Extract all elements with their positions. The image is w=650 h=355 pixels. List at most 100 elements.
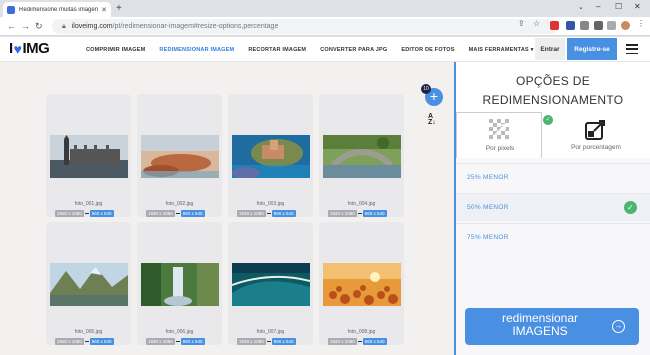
extension-icon[interactable] bbox=[566, 21, 575, 30]
pixels-icon bbox=[489, 119, 509, 139]
file-name: foto_005.jpg bbox=[74, 329, 103, 335]
dimension-change: 1920 x 1080 960 x 540 bbox=[55, 210, 114, 217]
selected-check-icon: ✓ bbox=[624, 201, 637, 214]
new-dimensions: 960 x 540 bbox=[271, 210, 296, 217]
mode-by-pixels[interactable]: Por pixels bbox=[456, 112, 542, 158]
file-card[interactable]: foto_006.jpg 1920 x 1080 960 x 540 bbox=[137, 222, 222, 345]
forward-icon[interactable]: → bbox=[21, 21, 30, 31]
minimize-icon[interactable]: – bbox=[596, 2, 600, 11]
new-dimensions: 960 x 540 bbox=[180, 338, 205, 345]
nav-item[interactable]: REDIMENSIONAR IMAGEM bbox=[159, 47, 234, 53]
login-button[interactable]: Entrar bbox=[535, 38, 565, 60]
original-dimensions: 1920 x 1080 bbox=[237, 210, 266, 217]
nav-item[interactable]: RECORTAR IMAGEM bbox=[248, 47, 306, 53]
site-header: I ♥ IMG COMPRIMIR IMAGEM REDIMENSIONAR IMAG… bbox=[0, 37, 650, 62]
image-thumbnail bbox=[141, 263, 219, 306]
dimension-change: 1920 x 1080 960 x 540 bbox=[328, 338, 387, 345]
address-bar[interactable]: 🔒︎ iloveimg.com/pt/redimensionar-imagem#… bbox=[52, 19, 559, 34]
arrow-icon bbox=[266, 213, 271, 214]
resize-option-label: 75% MENOR bbox=[467, 234, 509, 241]
nav-item[interactable]: COMPRIMIR IMAGEM bbox=[86, 47, 145, 53]
file-count-badge: 10 bbox=[421, 84, 431, 94]
arrow-icon bbox=[175, 341, 180, 342]
image-thumbnail bbox=[141, 135, 219, 178]
original-dimensions: 1920 x 1080 bbox=[328, 338, 357, 345]
file-name: foto_001.jpg bbox=[74, 201, 103, 207]
reading-list-icon[interactable] bbox=[607, 21, 616, 30]
mode-by-percentage[interactable]: Por porcentagem bbox=[553, 112, 639, 158]
resize-option-label: 25% MENOR bbox=[467, 174, 509, 181]
resize-option[interactable]: 75% MENOR bbox=[456, 223, 650, 251]
file-card[interactable]: foto_001.jpg 1920 x 1080 960 x 540 bbox=[46, 94, 131, 217]
original-dimensions: 1920 x 1080 bbox=[55, 338, 84, 345]
site-logo[interactable]: I ♥ IMG bbox=[9, 40, 50, 57]
profile-avatar[interactable] bbox=[621, 21, 630, 30]
file-name: foto_004.jpg bbox=[347, 201, 376, 207]
share-icon[interactable]: ⇪ bbox=[518, 19, 525, 28]
resize-option[interactable]: 50% MENOR ✓ bbox=[456, 193, 650, 221]
url-text: iloveimg.com/pt/redimensionar-imagem#res… bbox=[71, 23, 279, 30]
resize-button-label: redimensionar IMAGENS bbox=[501, 311, 579, 338]
file-name: foto_003.jpg bbox=[256, 201, 285, 207]
dimension-change: 1920 x 1080 960 x 540 bbox=[55, 338, 114, 345]
register-button[interactable]: Registre-se bbox=[567, 38, 617, 60]
nav-item[interactable]: EDITOR DE FOTOS bbox=[401, 47, 454, 53]
file-card[interactable]: foto_008.jpg 1920 x 1080 960 x 540 bbox=[319, 222, 404, 345]
resize-option-label: 50% MENOR bbox=[467, 204, 509, 211]
dimension-change: 1920 x 1080 960 x 540 bbox=[146, 210, 205, 217]
panel-title: OPÇÕES DE REDIMENSIONAMENTO bbox=[482, 74, 624, 107]
file-card[interactable]: foto_003.jpg 1920 x 1080 960 x 540 bbox=[228, 94, 313, 217]
percentage-icon bbox=[585, 120, 605, 140]
sort-az-icon[interactable]: A Z↓ bbox=[428, 113, 436, 126]
new-dimensions: 960 x 540 bbox=[89, 338, 114, 345]
extensions-puzzle-icon[interactable] bbox=[594, 21, 603, 30]
extension-icon[interactable] bbox=[580, 21, 589, 30]
tab-search-icon[interactable]: ⌄ bbox=[578, 3, 584, 11]
file-card[interactable]: foto_002.jpg 1920 x 1080 960 x 540 bbox=[137, 94, 222, 217]
arrow-icon bbox=[84, 213, 89, 214]
original-dimensions: 1920 x 1080 bbox=[146, 338, 175, 345]
file-name: foto_006.jpg bbox=[165, 329, 194, 335]
file-card[interactable]: foto_005.jpg 1920 x 1080 960 x 540 bbox=[46, 222, 131, 345]
back-icon[interactable]: ← bbox=[7, 21, 16, 31]
new-dimensions: 960 x 540 bbox=[271, 338, 296, 345]
nav-item[interactable]: MAIS FERRAMENTAS ▾ bbox=[469, 47, 534, 53]
browser-menu-icon[interactable]: ⋮ bbox=[637, 19, 646, 28]
close-window-icon[interactable]: ✕ bbox=[634, 2, 641, 11]
new-tab-icon[interactable]: + bbox=[116, 3, 122, 14]
file-name: foto_002.jpg bbox=[165, 201, 194, 207]
mode-percent-label: Por porcentagem bbox=[571, 144, 621, 151]
hamburger-menu-icon[interactable] bbox=[626, 44, 638, 54]
original-dimensions: 1920 x 1080 bbox=[146, 210, 175, 217]
mode-pixels-label: Por pixels bbox=[485, 145, 515, 152]
file-card[interactable]: foto_004.jpg 1920 x 1080 960 x 540 bbox=[319, 94, 404, 217]
resize-images-button[interactable]: redimensionar IMAGENS → bbox=[465, 308, 639, 345]
file-card[interactable]: foto_007.jpg 1920 x 1080 960 x 540 bbox=[228, 222, 313, 345]
resize-option[interactable]: 25% MENOR bbox=[456, 163, 650, 191]
lock-icon: 🔒︎ bbox=[62, 22, 66, 30]
dimension-change: 1920 x 1080 960 x 540 bbox=[328, 210, 387, 217]
browser-tab[interactable]: Redimensione muitas imagens o... ✕ bbox=[3, 2, 111, 17]
tab-close-icon[interactable]: ✕ bbox=[101, 6, 107, 14]
browser-tab-strip: Redimensione muitas imagens o... ✕ + ⌄ –… bbox=[0, 0, 650, 17]
new-dimensions: 960 x 540 bbox=[89, 210, 114, 217]
dimension-change: 1920 x 1080 960 x 540 bbox=[237, 210, 296, 217]
new-dimensions: 960 x 540 bbox=[180, 210, 205, 217]
nav-item[interactable]: CONVERTER PARA JPG bbox=[320, 47, 387, 53]
new-dimensions: 960 x 540 bbox=[362, 338, 387, 345]
favicon-icon bbox=[7, 5, 15, 14]
arrow-icon bbox=[357, 341, 362, 342]
bookmark-star-icon[interactable]: ☆ bbox=[533, 19, 540, 28]
arrow-icon bbox=[266, 341, 271, 342]
main-nav: COMPRIMIR IMAGEM REDIMENSIONAR IMAGEM RECO… bbox=[86, 37, 548, 62]
image-thumbnail bbox=[50, 263, 128, 306]
extension-icon[interactable] bbox=[550, 21, 559, 30]
image-thumbnail bbox=[50, 135, 128, 178]
heart-icon: ♥ bbox=[13, 40, 22, 57]
file-grid-area: foto_001.jpg 1920 x 1080 960 x 540 foto_002… bbox=[0, 62, 454, 355]
reload-icon[interactable]: ↻ bbox=[35, 21, 43, 32]
maximize-icon[interactable]: ☐ bbox=[615, 2, 622, 11]
image-thumbnail bbox=[232, 135, 310, 178]
file-name: foto_008.jpg bbox=[347, 329, 376, 335]
image-thumbnail bbox=[323, 263, 401, 306]
